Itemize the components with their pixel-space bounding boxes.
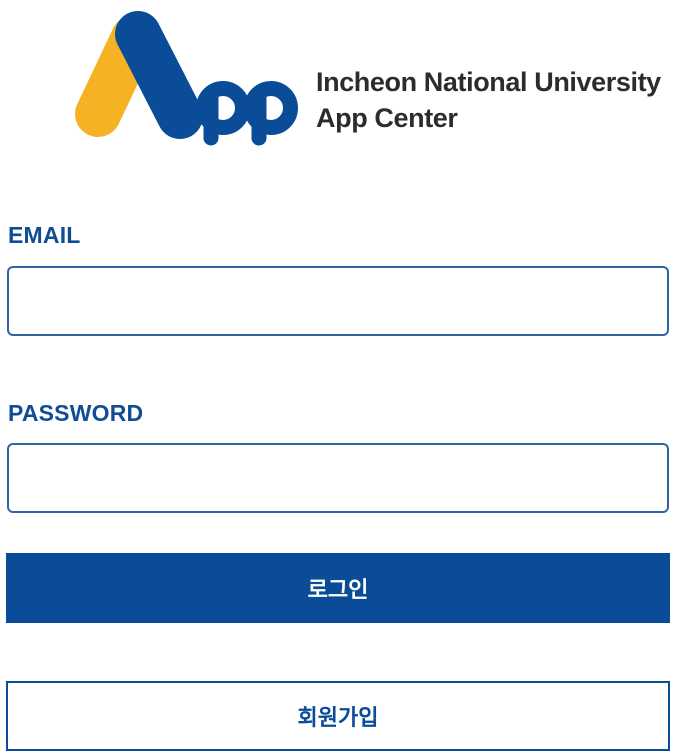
app-logo-icon [75, 11, 298, 146]
password-input[interactable] [7, 443, 669, 513]
signup-button[interactable]: 회원가입 [6, 681, 670, 751]
brand-app-center: App Center [316, 103, 458, 133]
email-label: EMAIL [8, 222, 81, 248]
brand-university-name: Incheon National University [316, 67, 661, 97]
password-label: PASSWORD [8, 400, 144, 426]
brand-text: Incheon National University App Center [316, 64, 661, 136]
app-center-logo: Incheon National University App Center [58, 6, 661, 146]
login-button[interactable]: 로그인 [6, 553, 670, 623]
email-input[interactable] [7, 266, 669, 336]
